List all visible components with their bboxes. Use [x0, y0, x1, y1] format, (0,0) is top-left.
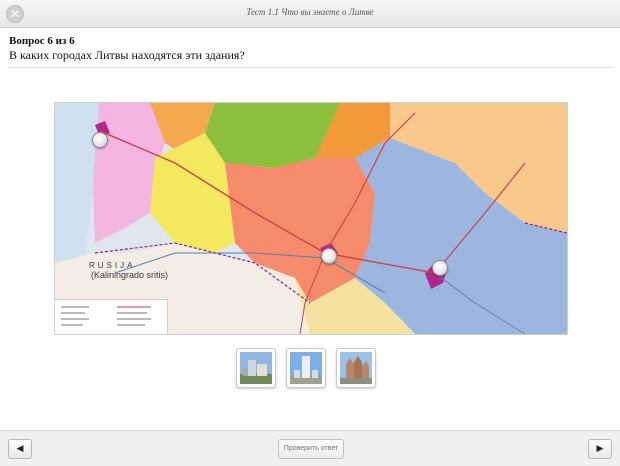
question-text: В каких городах Литвы находятся эти здан…: [9, 48, 245, 62]
divider: [8, 67, 612, 68]
next-button[interactable]: ▶: [588, 439, 612, 459]
previous-button[interactable]: ◀: [8, 439, 32, 459]
pin-klaipeda[interactable]: [92, 132, 108, 148]
window-title: Тест 1.1 Что вы знаете о Литве: [246, 7, 374, 17]
building-photo-3[interactable]: [336, 348, 376, 388]
pin-kaunas[interactable]: [321, 248, 337, 264]
check-answer-button[interactable]: Проверить ответ: [278, 439, 344, 459]
lithuania-map: RUSIJA (Kaliningrado sritis): [54, 102, 568, 335]
title-bar: ✕ Тест 1.1 Что вы знаете о Литве: [0, 0, 620, 28]
map-legend: [55, 299, 168, 334]
building-photo-1[interactable]: [236, 348, 276, 388]
map-region-label: (Kaliningrado sritis): [91, 270, 169, 280]
map-country-label: RUSIJA: [89, 261, 136, 270]
building-photo-2[interactable]: [286, 348, 326, 388]
pin-vilnius[interactable]: [432, 260, 448, 276]
bottom-toolbar: ◀ Проверить ответ ▶: [0, 430, 620, 466]
question-counter: Вопрос 6 из 6: [9, 35, 75, 47]
